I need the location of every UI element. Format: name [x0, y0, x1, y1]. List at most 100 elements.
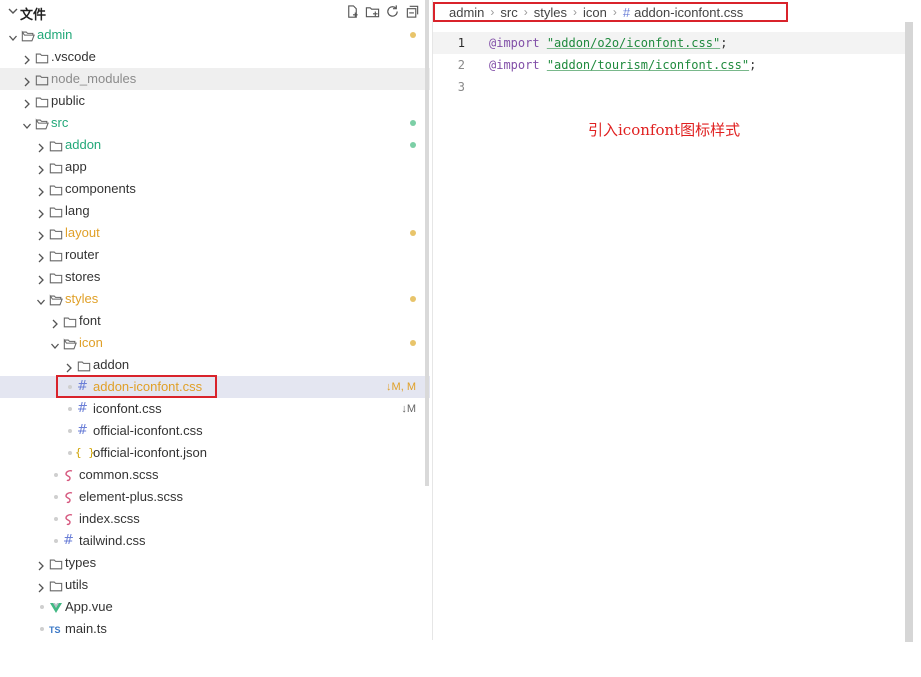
new-folder-icon[interactable] [365, 4, 380, 19]
folder-icon [49, 226, 63, 240]
folder-open-icon [21, 28, 35, 42]
chevron-down-icon[interactable] [22, 117, 32, 129]
chevron-right-icon[interactable] [36, 249, 46, 263]
tree-item-utils[interactable]: utils [0, 574, 430, 596]
breadcrumb-item[interactable]: admin [449, 5, 484, 20]
chevron-right-icon[interactable] [50, 315, 60, 329]
tree-item-addon[interactable]: addon [0, 134, 430, 156]
folder-icon [49, 270, 63, 284]
folder-icon [35, 94, 49, 108]
folder-icon [49, 248, 63, 262]
chevron-down-icon[interactable] [7, 5, 19, 17]
vue-file-icon [49, 600, 63, 614]
sass-file-icon [63, 512, 77, 526]
code-line[interactable]: 1 @import "addon/o2o/iconfont.css"; [433, 32, 911, 54]
tree-item-appvue[interactable]: App.vue [0, 596, 430, 618]
sass-file-icon [63, 468, 77, 482]
tree-item-app[interactable]: app [0, 156, 430, 178]
editor-scrollbar[interactable] [905, 22, 913, 642]
tree-item-label: node_modules [51, 71, 137, 86]
tree-item-label: app [65, 159, 87, 174]
code-line[interactable]: 2 @import "addon/tourism/iconfont.css"; [433, 54, 911, 76]
tree-item-element_scss[interactable]: element-plus.scss [0, 486, 430, 508]
folder-icon [63, 314, 77, 328]
tree-item-label: lang [65, 203, 90, 218]
breadcrumb-item-current[interactable]: addon-iconfont.css [634, 5, 743, 20]
indent-guide-dot [68, 429, 72, 433]
import-path-link[interactable]: "addon/o2o/iconfont.css" [547, 36, 720, 50]
explorer-title: 文件 [20, 7, 47, 22]
tree-item-official_json[interactable]: { } official-iconfont.json [0, 442, 430, 464]
explorer-header: 文件 [0, 0, 430, 24]
tree-item-label: addon [65, 137, 102, 152]
chevron-right-icon[interactable] [22, 73, 32, 87]
chevron-down-icon[interactable] [50, 337, 60, 349]
chevron-right-icon[interactable] [36, 557, 46, 571]
breadcrumb-item[interactable]: styles [534, 5, 567, 20]
tree-item-src[interactable]: src [0, 112, 430, 134]
chevron-right-icon[interactable] [36, 579, 46, 593]
tree-item-lang[interactable]: lang [0, 200, 430, 222]
chevron-right-icon[interactable] [22, 51, 32, 65]
folder-icon [49, 182, 63, 196]
folder-icon [49, 578, 63, 592]
chevron-right-icon[interactable] [36, 205, 46, 219]
tree-item-tailwind[interactable]: # tailwind.css [0, 530, 430, 552]
import-keyword: @import [489, 36, 540, 50]
chevron-down-icon[interactable] [36, 293, 46, 305]
explorer-scrollbar[interactable] [425, 0, 429, 486]
tree-item-iconfont[interactable]: # iconfont.css ↓M [0, 398, 430, 420]
new-file-icon[interactable] [345, 4, 360, 19]
tree-item-index_scss[interactable]: index.scss [0, 508, 430, 530]
tree-item-official_iconfont[interactable]: # official-iconfont.css [0, 420, 430, 442]
folder-open-icon [49, 292, 63, 306]
chevron-right-icon[interactable] [36, 161, 46, 175]
line-number: 3 [457, 80, 465, 94]
chevron-right-icon[interactable] [36, 183, 46, 197]
css-file-icon: # [77, 423, 88, 438]
breadcrumb-item[interactable]: icon [583, 5, 607, 20]
indent-guide-dot [40, 605, 44, 609]
tree-item-maints[interactable]: TS main.ts [0, 618, 430, 640]
tree-item-stores[interactable]: stores [0, 266, 430, 288]
json-file-icon: { } [75, 446, 95, 459]
indent-guide-dot [68, 407, 72, 411]
folder-icon [77, 358, 91, 372]
refresh-icon[interactable] [385, 4, 400, 19]
git-status-badge: ↓M [401, 403, 416, 415]
import-path-link[interactable]: "addon/tourism/iconfont.css" [547, 58, 749, 72]
code-line[interactable]: 3 [433, 76, 911, 98]
chevron-down-icon[interactable] [8, 29, 18, 41]
tree-item-admin[interactable]: admin [0, 24, 430, 46]
tree-item-node_modules[interactable]: node_modules [0, 68, 430, 90]
tree-item-label: utils [65, 577, 89, 592]
tree-item-common_scss[interactable]: common.scss [0, 464, 430, 486]
breadcrumb-item[interactable]: src [500, 5, 517, 20]
tree-item-vscode[interactable]: .vscode [0, 46, 430, 68]
tree-item-label: iconfont.css [93, 401, 162, 416]
tree-item-font[interactable]: font [0, 310, 430, 332]
chevron-right-icon[interactable] [22, 95, 32, 109]
chevron-right-icon[interactable] [36, 227, 46, 241]
tree-item-styles[interactable]: styles [0, 288, 430, 310]
tree-item-components[interactable]: components [0, 178, 430, 200]
tree-item-label: tailwind.css [79, 533, 146, 548]
chevron-right-icon[interactable] [36, 271, 46, 285]
tree-item-router[interactable]: router [0, 244, 430, 266]
collapse-all-icon[interactable] [405, 4, 420, 19]
file-explorer: 文件 admin .vscode node_modulespublic src addo… [0, 0, 430, 640]
chevron-right-icon[interactable] [64, 359, 74, 373]
indent-guide-dot [68, 451, 72, 455]
tree-item-icon_addon[interactable]: addon [0, 354, 430, 376]
tree-item-public[interactable]: public [0, 90, 430, 112]
breadcrumb-separator-icon: › [573, 5, 577, 19]
tree-item-icon[interactable]: icon [0, 332, 430, 354]
tree-item-label: font [79, 313, 101, 328]
tree-item-label: types [65, 555, 97, 570]
modified-dot-icon [410, 230, 416, 236]
css-file-icon: # [63, 533, 74, 548]
chevron-right-icon[interactable] [36, 139, 46, 153]
tree-item-label: index.scss [79, 511, 140, 526]
tree-item-layout[interactable]: layout [0, 222, 430, 244]
tree-item-types[interactable]: types [0, 552, 430, 574]
